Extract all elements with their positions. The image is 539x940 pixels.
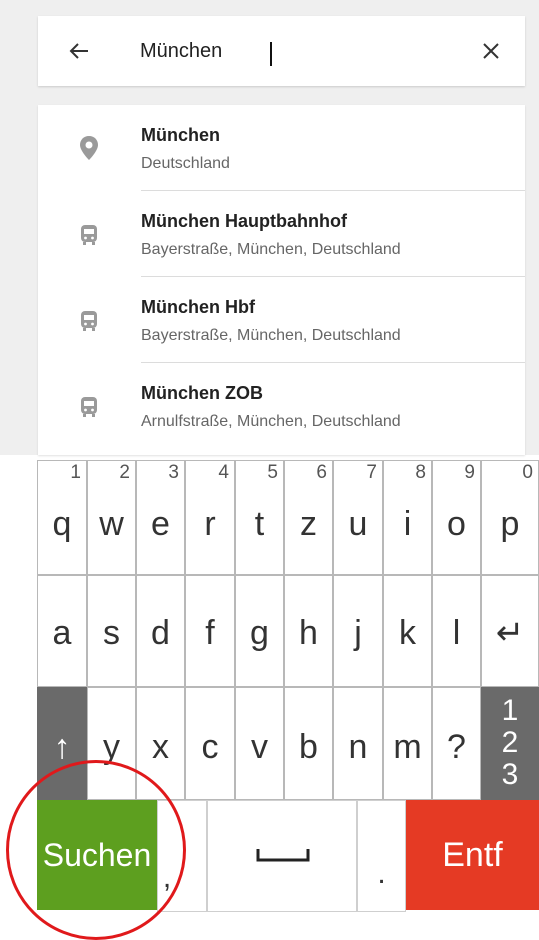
text-caret <box>270 42 272 66</box>
key-d[interactable]: d <box>136 575 185 687</box>
suggestion-title: München ZOB <box>141 383 263 403</box>
key-r[interactable]: 4r <box>185 460 235 575</box>
bus-icon <box>81 311 97 331</box>
key-h[interactable]: h <box>284 575 333 687</box>
search-input[interactable] <box>140 34 460 68</box>
key-e[interactable]: 3e <box>136 460 185 575</box>
space-icon <box>256 849 310 862</box>
arrow-left-icon[interactable] <box>64 36 94 66</box>
suggestion-title: München Hauptbahnhof <box>141 211 347 231</box>
suggestion-list: München Deutschland München Hauptbahnhof… <box>38 105 525 455</box>
space-key[interactable] <box>207 800 357 912</box>
bus-icon <box>81 225 97 245</box>
suggestion-item[interactable]: München ZOB Arnulfstraße, München, Deuts… <box>38 363 525 449</box>
key-u[interactable]: 7u <box>333 460 383 575</box>
key-p[interactable]: 0p <box>481 460 539 575</box>
suggestion-subtitle: Bayerstraße, München, Deutschland <box>141 241 401 258</box>
highlight-circle <box>6 760 186 940</box>
suggestion-subtitle: Bayerstraße, München, Deutschland <box>141 327 401 344</box>
enter-key[interactable]: ↵ <box>481 575 539 687</box>
suggestion-item[interactable]: München Deutschland <box>38 105 525 191</box>
key-b[interactable]: b <box>284 687 333 800</box>
location-pin-icon <box>80 136 98 160</box>
period-key[interactable]: . <box>357 800 406 912</box>
close-icon[interactable] <box>476 36 506 66</box>
key-c[interactable]: c <box>185 687 235 800</box>
key-t[interactable]: 5t <box>235 460 284 575</box>
key-v[interactable]: v <box>235 687 284 800</box>
delete-button[interactable]: Entf <box>406 800 539 910</box>
key-w[interactable]: 2w <box>87 460 136 575</box>
key-i[interactable]: 8i <box>383 460 432 575</box>
bus-icon <box>81 397 97 417</box>
suggestion-item[interactable]: München Hauptbahnhof Bayerstraße, Münche… <box>38 191 525 277</box>
key-g[interactable]: g <box>235 575 284 687</box>
key-o[interactable]: 9o <box>432 460 481 575</box>
key-l[interactable]: l <box>432 575 481 687</box>
key-q[interactable]: 1q <box>37 460 87 575</box>
key-k[interactable]: k <box>383 575 432 687</box>
key-n[interactable]: n <box>333 687 383 800</box>
key-question[interactable]: ? <box>432 687 481 800</box>
key-f[interactable]: f <box>185 575 235 687</box>
key-s[interactable]: s <box>87 575 136 687</box>
suggestion-subtitle: Arnulfstraße, München, Deutschland <box>141 413 401 430</box>
key-j[interactable]: j <box>333 575 383 687</box>
key-m[interactable]: m <box>383 687 432 800</box>
search-bar <box>38 16 525 86</box>
suggestion-title: München Hbf <box>141 297 255 317</box>
suggestion-title: München <box>141 125 220 145</box>
suggestion-subtitle: Deutschland <box>141 155 230 172</box>
key-a[interactable]: a <box>37 575 87 687</box>
suggestion-item[interactable]: München Hbf Bayerstraße, München, Deutsc… <box>38 277 525 363</box>
key-z[interactable]: 6z <box>284 460 333 575</box>
numbers-key[interactable]: 1 2 3 <box>481 687 539 800</box>
